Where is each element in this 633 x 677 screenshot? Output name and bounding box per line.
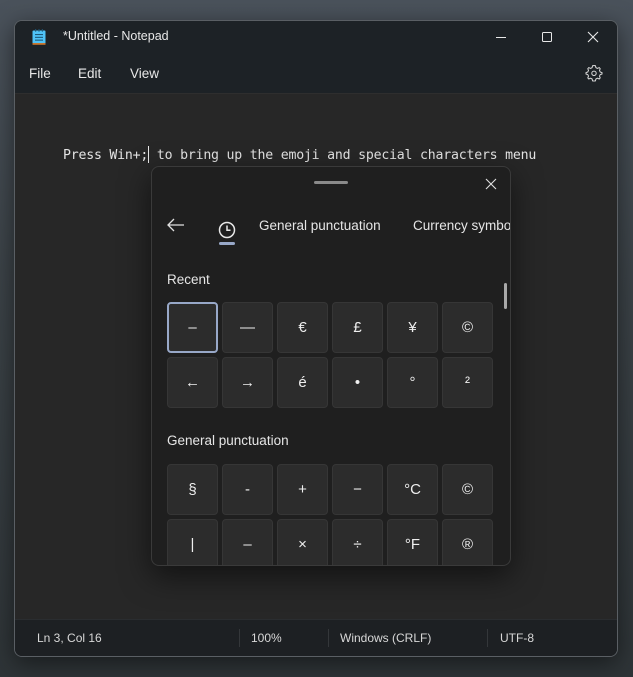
symbol-cell[interactable]: –: [222, 519, 273, 565]
zoom-level: 100%: [251, 631, 282, 645]
symbol-cell[interactable]: °C: [387, 464, 438, 515]
panel-close-button[interactable]: [482, 175, 500, 193]
gear-icon[interactable]: [585, 64, 603, 82]
window-title: *Untitled - Notepad: [63, 29, 169, 43]
panel-scrollbar[interactable]: [504, 283, 507, 309]
emoji-panel: General punctuation Currency symbols Rec…: [151, 166, 511, 566]
symbol-cell[interactable]: —: [222, 302, 273, 353]
symbol-cell[interactable]: ©: [442, 302, 493, 353]
symbol-cell[interactable]: §: [167, 464, 218, 515]
symbol-cell[interactable]: ×: [277, 519, 328, 565]
symbol-cell[interactable]: ←: [167, 357, 218, 408]
symbol-cell[interactable]: ÷: [332, 519, 383, 565]
line-ending: Windows (CRLF): [340, 631, 432, 645]
symbol-cell[interactable]: é: [277, 357, 328, 408]
symbol-cell[interactable]: ¥: [387, 302, 438, 353]
maximize-button[interactable]: [524, 21, 570, 53]
symbol-cell[interactable]: -: [222, 464, 273, 515]
symbol-cell[interactable]: −: [332, 464, 383, 515]
text-before-caret: Press Win+;: [63, 148, 149, 163]
encoding: UTF-8: [500, 631, 534, 645]
close-icon: [587, 31, 599, 43]
section-title-general-punctuation: General punctuation: [167, 433, 289, 448]
symbol-cell[interactable]: €: [277, 302, 328, 353]
symbol-cell[interactable]: °F: [387, 519, 438, 565]
maximize-icon: [542, 32, 552, 42]
symbol-cell[interactable]: →: [222, 357, 273, 408]
symbol-cell[interactable]: ©: [442, 464, 493, 515]
cursor-position: Ln 3, Col 16: [37, 631, 102, 645]
menu-view[interactable]: View: [130, 66, 159, 81]
symbol-cell[interactable]: ²: [442, 357, 493, 408]
status-divider: [328, 629, 329, 647]
close-button[interactable]: [570, 21, 616, 53]
active-tab-indicator: [219, 242, 235, 245]
status-divider: [239, 629, 240, 647]
close-icon: [485, 178, 497, 190]
symbol-cell[interactable]: •: [332, 357, 383, 408]
editor-content: Press Win+; to bring up the emoji and sp…: [63, 146, 536, 163]
status-bar: Ln 3, Col 16 100% Windows (CRLF) UTF-8: [15, 619, 617, 656]
notepad-app-icon: [32, 29, 46, 45]
tab-currency-symbols[interactable]: Currency symbols: [413, 218, 510, 233]
recent-symbols-grid: – — € £ ¥ © ← → é • ° ²: [167, 302, 493, 408]
back-arrow-icon[interactable]: [164, 215, 188, 235]
drag-handle[interactable]: [314, 181, 348, 184]
title-bar: *Untitled - Notepad: [15, 21, 617, 53]
status-divider: [487, 629, 488, 647]
text-after-caret: to bring up the emoji and special charac…: [149, 148, 537, 163]
punctuation-symbols-grid: § - + − °C © | – × ÷ °F ®: [167, 464, 493, 565]
tab-general-punctuation[interactable]: General punctuation: [259, 218, 381, 233]
minimize-icon: [496, 37, 506, 38]
section-title-recent: Recent: [167, 272, 210, 287]
symbol-cell[interactable]: +: [277, 464, 328, 515]
menu-edit[interactable]: Edit: [78, 66, 101, 81]
symbol-cell[interactable]: °: [387, 357, 438, 408]
menu-file[interactable]: File: [29, 66, 51, 81]
symbol-cell[interactable]: £: [332, 302, 383, 353]
minimize-button[interactable]: [478, 21, 524, 53]
symbol-cell[interactable]: ®: [442, 519, 493, 565]
symbol-cell[interactable]: |: [167, 519, 218, 565]
menu-bar: File Edit View: [15, 53, 617, 93]
symbol-cell[interactable]: –: [167, 302, 218, 353]
